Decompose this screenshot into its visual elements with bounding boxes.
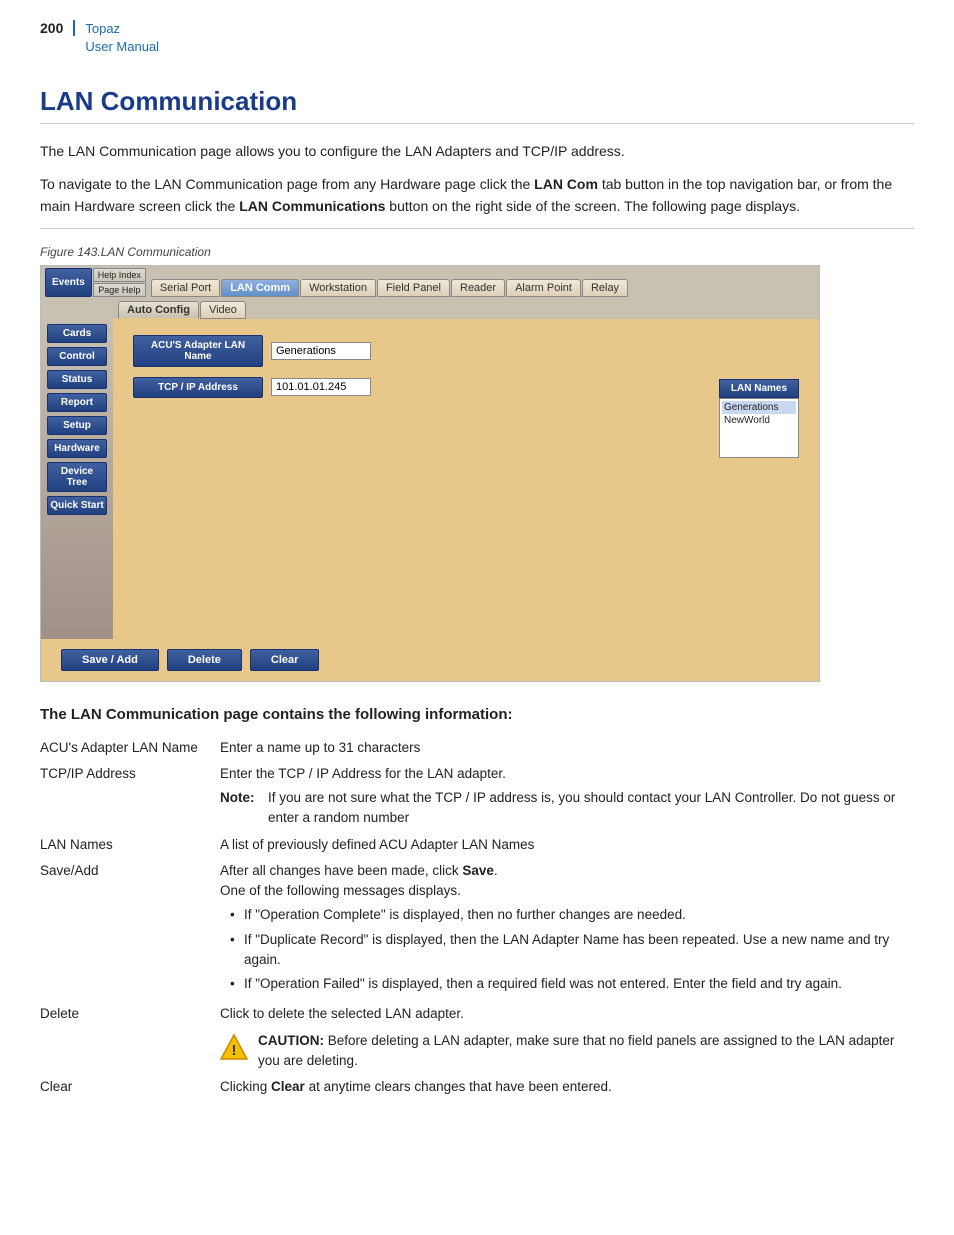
lan-name-generations[interactable]: Generations <box>722 401 796 414</box>
sidebar-status-btn[interactable]: Status <box>47 370 107 389</box>
figure-label: Figure 143.LAN Communication <box>40 245 914 259</box>
nav-row1: Events Help Index Page Help Serial Port … <box>41 266 819 299</box>
delete-button[interactable]: Delete <box>167 649 242 671</box>
field-desc-clear: Clicking Clear at anytime clears changes… <box>220 1074 914 1100</box>
sidebar-report-btn[interactable]: Report <box>47 393 107 412</box>
tcp-desc-text: Enter the TCP / IP Address for the LAN a… <box>220 766 506 781</box>
delete-desc: Click to delete the selected LAN adapter… <box>220 1006 464 1021</box>
topaz-link[interactable]: Topaz <box>85 20 159 38</box>
divider <box>40 228 914 229</box>
nav-row2: Auto Config Video <box>41 299 819 319</box>
lan-names-list[interactable]: Generations NewWorld <box>719 398 799 458</box>
events-button[interactable]: Events <box>45 268 92 297</box>
save-bold: Save <box>462 863 494 878</box>
bullet-list: If "Operation Complete" is displayed, th… <box>220 905 908 994</box>
clear-desc-suffix: at anytime clears changes that have been… <box>309 1079 612 1094</box>
page-header: 200 Topaz User Manual <box>40 20 914 56</box>
field-label-lan-names: LAN Names <box>40 832 220 858</box>
intro-para2: To navigate to the LAN Communication pag… <box>40 173 914 218</box>
table-row: ACU's Adapter LAN Name Enter a name up t… <box>40 735 914 761</box>
screenshot-container: Events Help Index Page Help Serial Port … <box>40 265 820 682</box>
field-desc-lan-names: A list of previously defined ACU Adapter… <box>220 832 914 858</box>
caution-text: CAUTION: Before deleting a LAN adapter, … <box>258 1031 908 1072</box>
clear-desc-prefix: Clicking <box>220 1079 271 1094</box>
tcp-ip-address-label: TCP / IP Address <box>133 377 263 398</box>
screen-body: Cards Control Status Report Setup Hardwa… <box>41 319 819 639</box>
field-label-clear: Clear <box>40 1074 220 1100</box>
tcp-ip-address-input[interactable] <box>271 378 371 396</box>
list-item: If "Operation Failed" is displayed, then… <box>230 974 908 994</box>
note-text: If you are not sure what the TCP / IP ad… <box>268 788 908 829</box>
field-label-delete: Delete <box>40 1001 220 1074</box>
save-extra: One of the following messages displays. <box>220 883 461 898</box>
lan-names-panel: LAN Names Generations NewWorld <box>719 379 799 458</box>
page-help-button[interactable]: Page Help <box>93 283 146 297</box>
field-label-acu: ACU's Adapter LAN Name <box>40 735 220 761</box>
list-item: If "Operation Complete" is displayed, th… <box>230 905 908 925</box>
save-desc: After all changes have been made, click … <box>220 863 498 878</box>
adapter-lan-name-label: ACU'S Adapter LAN Name <box>133 335 263 367</box>
intro-para1: The LAN Communication page allows you to… <box>40 140 914 162</box>
field-panel-tab[interactable]: Field Panel <box>377 279 450 297</box>
page-title: LAN Communication <box>40 86 914 124</box>
page-number: 200 <box>40 20 75 36</box>
form-section: ACU'S Adapter LAN Name TCP / IP Address <box>133 335 799 398</box>
sidebar-cards-btn[interactable]: Cards <box>47 324 107 343</box>
workstation-tab[interactable]: Workstation <box>300 279 376 297</box>
user-manual-link[interactable]: User Manual <box>85 38 159 56</box>
caution-label: CAUTION: <box>258 1033 324 1048</box>
main-content-area: ACU'S Adapter LAN Name TCP / IP Address … <box>113 319 819 639</box>
video-tab[interactable]: Video <box>200 301 246 319</box>
clear-bold: Clear <box>271 1079 305 1094</box>
table-row: TCP/IP Address Enter the TCP / IP Addres… <box>40 761 914 832</box>
lan-name-newworld[interactable]: NewWorld <box>722 414 796 427</box>
header-links: Topaz User Manual <box>85 20 159 56</box>
field-label-tcp: TCP/IP Address <box>40 761 220 832</box>
auto-config-tab[interactable]: Auto Config <box>118 301 199 319</box>
lan-comm-tab[interactable]: LAN Comm <box>221 279 299 297</box>
table-row: Clear Clicking Clear at anytime clears c… <box>40 1074 914 1100</box>
clear-button[interactable]: Clear <box>250 649 320 671</box>
reader-tab[interactable]: Reader <box>451 279 505 297</box>
field-desc-acu: Enter a name up to 31 characters <box>220 735 914 761</box>
help-index-button[interactable]: Help Index <box>93 268 146 282</box>
field-desc-tcp: Enter the TCP / IP Address for the LAN a… <box>220 761 914 832</box>
help-btn-group: Help Index Page Help <box>93 268 146 297</box>
sidebar-device-tree-btn[interactable]: Device Tree <box>47 462 107 492</box>
adapter-lan-name-input[interactable] <box>271 342 371 360</box>
lan-names-label: LAN Names <box>719 379 799 398</box>
tcp-ip-address-row: TCP / IP Address <box>133 377 799 398</box>
sidebar: Cards Control Status Report Setup Hardwa… <box>41 319 113 639</box>
sidebar-hardware-btn[interactable]: Hardware <box>47 439 107 458</box>
field-desc-save: After all changes have been made, click … <box>220 858 914 1002</box>
info-table: ACU's Adapter LAN Name Enter a name up t… <box>40 735 914 1101</box>
adapter-lan-name-row: ACU'S Adapter LAN Name <box>133 335 799 367</box>
field-label-save: Save/Add <box>40 858 220 1002</box>
table-row: LAN Names A list of previously defined A… <box>40 832 914 858</box>
note-label: Note: <box>220 788 260 829</box>
list-item: If "Duplicate Record" is displayed, then… <box>230 930 908 971</box>
sidebar-control-btn[interactable]: Control <box>47 347 107 366</box>
caution-body: Before deleting a LAN adapter, make sure… <box>258 1033 894 1068</box>
svg-text:!: ! <box>232 1042 237 1059</box>
sidebar-quick-start-btn[interactable]: Quick Start <box>47 496 107 515</box>
caution-row: ! CAUTION: Before deleting a LAN adapter… <box>220 1031 908 1072</box>
section-title: The LAN Communication page contains the … <box>40 706 914 723</box>
relay-tab[interactable]: Relay <box>582 279 628 297</box>
table-row: Delete Click to delete the selected LAN … <box>40 1001 914 1074</box>
field-desc-delete: Click to delete the selected LAN adapter… <box>220 1001 914 1074</box>
alarm-point-tab[interactable]: Alarm Point <box>506 279 581 297</box>
table-row: Save/Add After all changes have been mad… <box>40 858 914 1002</box>
serial-port-tab[interactable]: Serial Port <box>151 279 220 297</box>
sidebar-setup-btn[interactable]: Setup <box>47 416 107 435</box>
bottom-buttons: Save / Add Delete Clear <box>41 639 819 681</box>
save-add-button[interactable]: Save / Add <box>61 649 159 671</box>
note-row: Note: If you are not sure what the TCP /… <box>220 788 908 829</box>
caution-icon: ! <box>220 1033 248 1061</box>
